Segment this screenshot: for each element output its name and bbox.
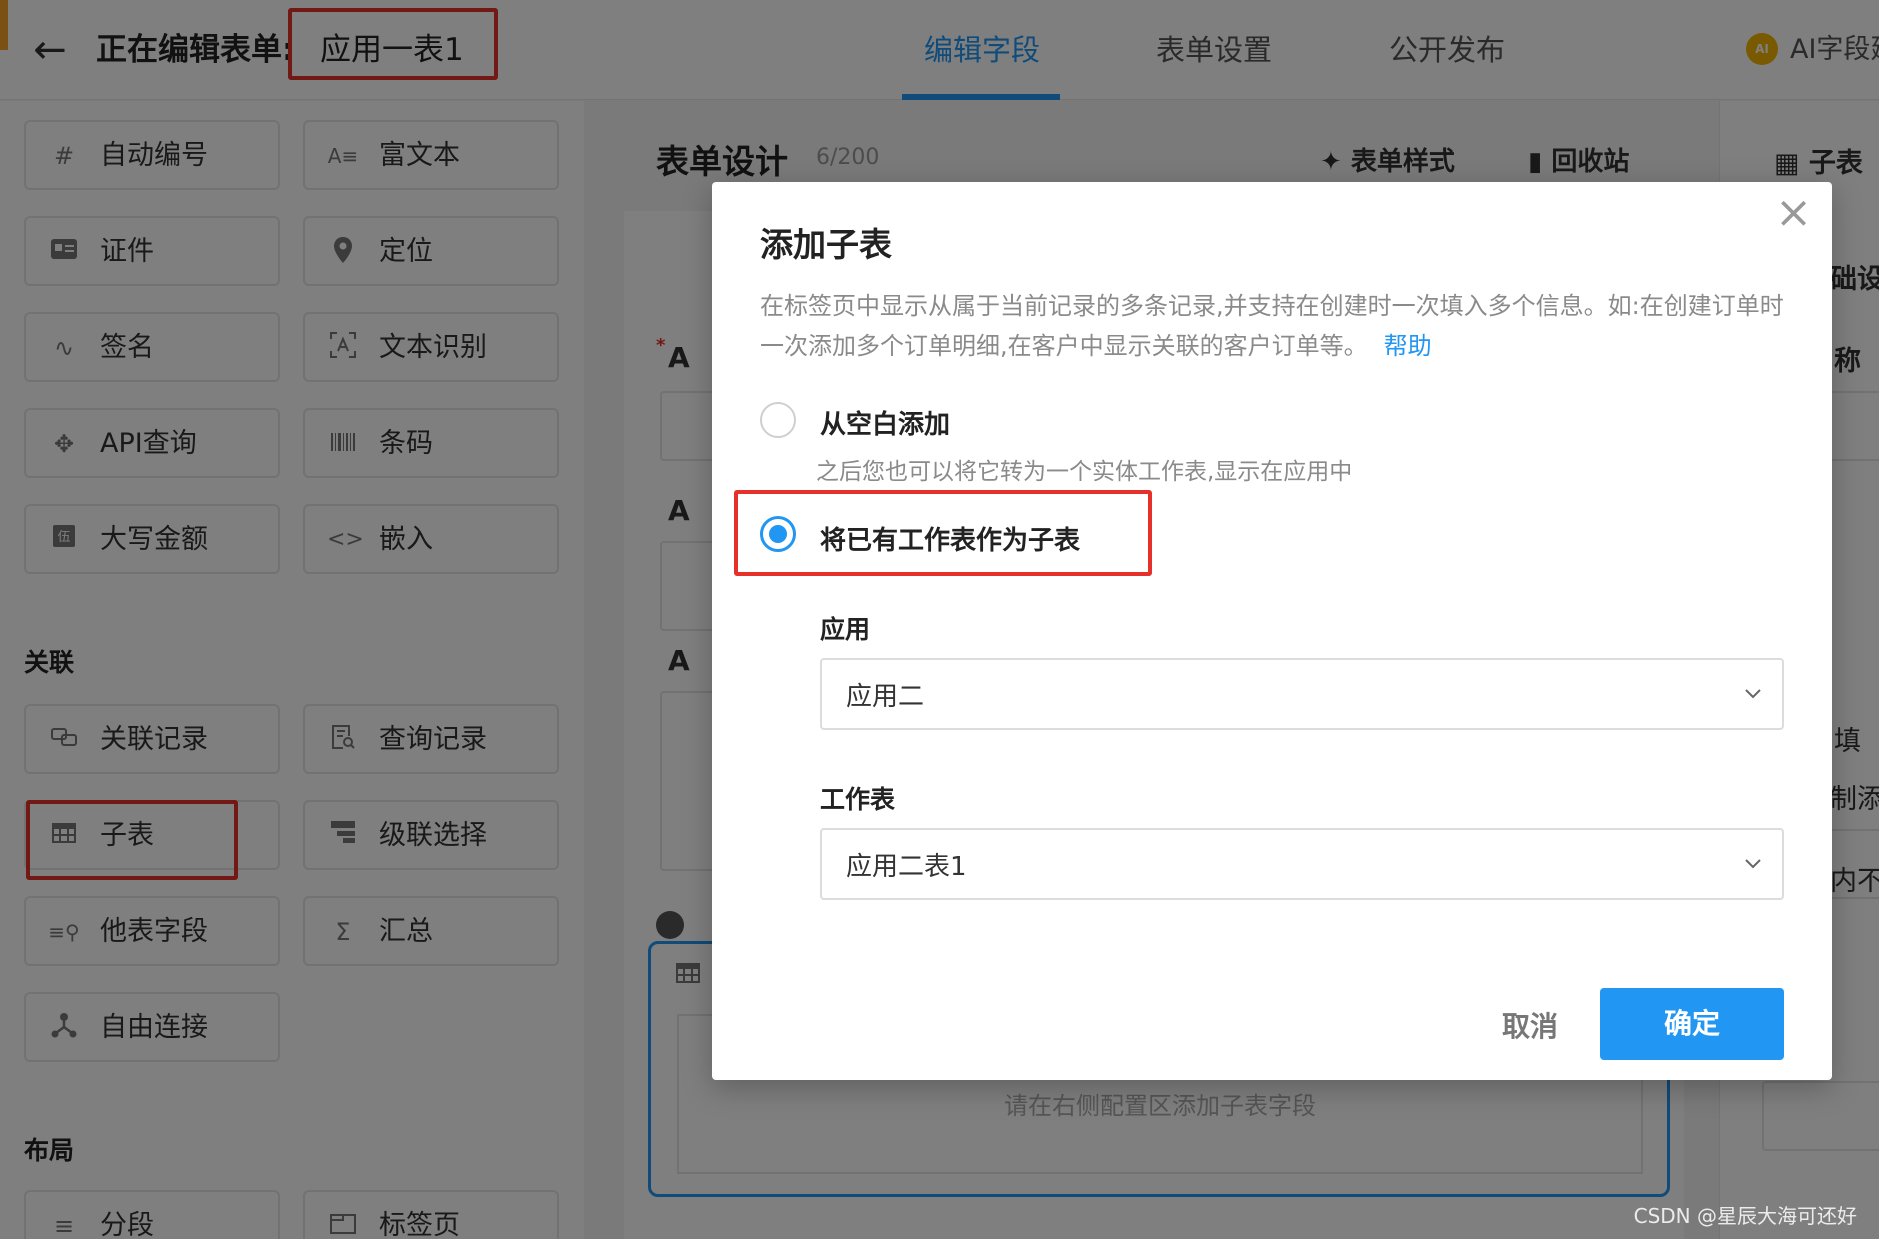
option-blank-hint: 之后您也可以将它转为一个实体工作表,显示在应用中 — [816, 459, 1353, 485]
radio-blank[interactable] — [760, 402, 796, 438]
confirm-button[interactable]: 确定 — [1600, 988, 1784, 1060]
add-subtable-dialog: × 添加子表 在标签页中显示从属于当前记录的多条记录,并支持在创建时一次填入多个… — [712, 182, 1832, 1080]
dialog-title: 添加子表 — [760, 225, 892, 264]
chevron-down-icon — [1745, 859, 1761, 869]
app-label: 应用 — [820, 615, 871, 644]
highlight-existing-option — [734, 490, 1152, 576]
help-link[interactable]: 帮助 — [1384, 332, 1432, 360]
dialog-description: 在标签页中显示从属于当前记录的多条记录,并支持在创建时一次填入多个信息。如:在创… — [760, 286, 1790, 366]
sheet-select-value: 应用二表1 — [846, 852, 967, 882]
cancel-button[interactable]: 取消 — [1460, 992, 1600, 1062]
option-blank-label[interactable]: 从空白添加 — [820, 404, 950, 441]
description-text: 在标签页中显示从属于当前记录的多条记录,并支持在创建时一次填入多个信息。如:在创… — [760, 292, 1784, 360]
sheet-select[interactable]: 应用二表1 — [820, 828, 1784, 900]
app-select-value: 应用二 — [846, 682, 925, 712]
chevron-down-icon — [1745, 689, 1761, 699]
watermark: CSDN @星辰大海可还好 — [1633, 1204, 1857, 1228]
close-icon[interactable]: × — [1775, 188, 1812, 238]
sheet-label: 工作表 — [820, 785, 896, 814]
app-select[interactable]: 应用二 — [820, 658, 1784, 730]
